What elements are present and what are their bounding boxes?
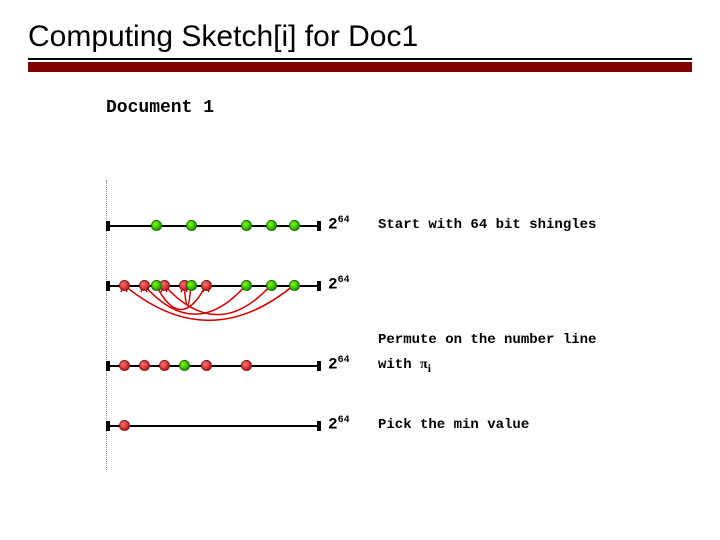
diagram: 264 Start with 64 bit shingles 264 264 P… — [106, 180, 646, 480]
red-dot — [119, 420, 130, 431]
green-dot — [289, 220, 300, 231]
row3-desc: with πi — [378, 357, 431, 375]
number-line-4 — [106, 425, 321, 427]
axis-label-1: 264 — [328, 215, 350, 233]
red-dot — [119, 360, 130, 371]
green-dot — [241, 280, 252, 291]
row3-desc-pre: Permute on the number line — [378, 332, 596, 348]
axis-label-4: 264 — [328, 415, 350, 433]
red-dot — [201, 360, 212, 371]
page-title: Computing Sketch[i] for Doc1 — [0, 0, 720, 58]
red-dot — [241, 360, 252, 371]
red-dot — [119, 280, 130, 291]
title-rule — [28, 58, 692, 72]
green-dot — [266, 220, 277, 231]
green-dot — [186, 280, 197, 291]
row1-desc: Start with 64 bit shingles — [378, 217, 596, 233]
red-dot — [139, 360, 150, 371]
green-dot — [289, 280, 300, 291]
axis-label-2: 264 — [328, 275, 350, 293]
red-dot — [159, 360, 170, 371]
green-dot — [151, 220, 162, 231]
axis-label-3: 264 — [328, 355, 350, 373]
green-dot — [186, 220, 197, 231]
document-label: Document 1 — [106, 98, 720, 118]
red-dot — [201, 280, 212, 291]
green-dot — [241, 220, 252, 231]
green-dot — [266, 280, 277, 291]
red-dot — [139, 280, 150, 291]
row4-desc: Pick the min value — [378, 417, 529, 433]
green-dot — [179, 360, 190, 371]
green-dot — [151, 280, 162, 291]
